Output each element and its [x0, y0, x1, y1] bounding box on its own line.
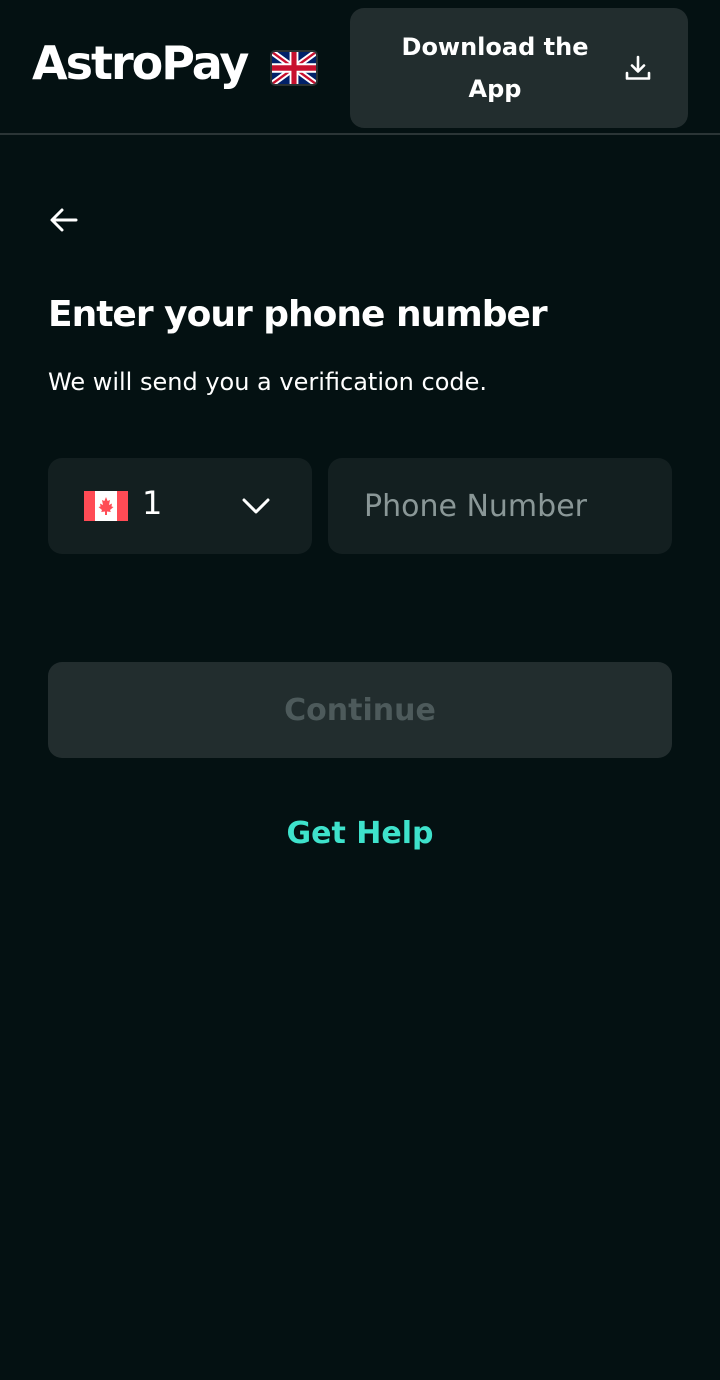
- phone-number-input[interactable]: [328, 458, 672, 554]
- country-code-select[interactable]: 1: [48, 458, 312, 554]
- country-code-value: 1: [142, 484, 163, 522]
- page-subtitle: We will send you a verification code.: [48, 368, 488, 396]
- get-help-link[interactable]: Get Help: [0, 816, 720, 851]
- continue-button[interactable]: Continue: [48, 662, 672, 758]
- arrow-left-icon[interactable]: [46, 202, 82, 238]
- top-bar: AstroPay Download the App: [0, 0, 720, 135]
- canada-flag-icon: [84, 491, 128, 521]
- download-app-label: Download the App: [401, 33, 589, 103]
- download-icon: [625, 55, 651, 80]
- page-title: Enter your phone number: [48, 294, 548, 335]
- uk-flag-icon[interactable]: [270, 50, 318, 86]
- download-app-button[interactable]: Download the App: [350, 8, 688, 128]
- astropay-logo[interactable]: AstroPay: [32, 36, 249, 90]
- chevron-down-icon: [242, 498, 270, 514]
